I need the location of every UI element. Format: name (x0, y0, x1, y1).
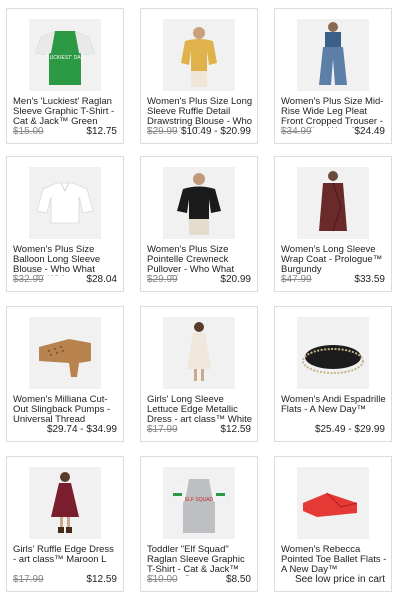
product-title[interactable]: Women's Plus Size Mid-Rise Wide Leg Plea… (281, 97, 387, 128)
product-title[interactable]: Women's Plus Size Pointelle Crewneck Pul… (147, 245, 253, 276)
price-row: $29.74 - $34.99 (13, 423, 117, 435)
sale-price: $33.59 (354, 274, 385, 285)
sale-price: $10.49 - $20.99 (180, 126, 251, 137)
product-image[interactable] (29, 167, 101, 239)
shirt-graphic-text: ELF SQUAD (185, 497, 214, 503)
product-title[interactable]: Women's Rebecca Pointed Toe Ballet Flats… (281, 545, 387, 575)
yellow-blouse-icon (163, 19, 235, 91)
green-tshirt-icon: 'LUCKIEST' DAD (29, 19, 101, 91)
product-image[interactable] (163, 317, 235, 389)
price-row: $47.99 $33.59 (281, 273, 385, 285)
product-card[interactable]: Girls' Long Sleeve Lettuce Edge Metallic… (140, 306, 258, 442)
sale-price: $12.59 (86, 574, 117, 585)
original-price: $47.99 (281, 274, 312, 285)
product-card[interactable]: Women's Milliana Cut-Out Slingback Pumps… (6, 306, 124, 442)
product-title[interactable]: Girls' Long Sleeve Lettuce Edge Metallic… (147, 395, 253, 426)
tan-pump-icon (29, 317, 101, 389)
product-title[interactable]: Toddler "Elf Squad" Raglan Sleeve Graphi… (147, 545, 253, 576)
price-row: $15.00 $12.75 (13, 125, 117, 137)
product-title[interactable]: Men's 'Luckiest' Raglan Sleeve Graphic T… (13, 97, 119, 127)
product-card[interactable]: Women's Plus Size Balloon Long Sleeve Bl… (6, 156, 124, 292)
white-blouse-icon (29, 167, 101, 239)
price-row: $17.99 $12.59 (147, 423, 251, 435)
price-row: $34.99 $24.49 (281, 125, 385, 137)
black-pullover-icon (163, 167, 235, 239)
sale-price: $24.49 (354, 126, 385, 137)
product-image[interactable] (163, 19, 235, 91)
product-card[interactable]: Women's Plus Size Mid-Rise Wide Leg Plea… (274, 8, 392, 144)
original-price: $29.99 (147, 274, 178, 285)
gray-elf-tee-icon: ELF SQUAD (163, 467, 235, 539)
price-row: See low price in cart (281, 573, 385, 585)
product-title[interactable]: Women's Andi Espadrille Flats - A New Da… (281, 395, 387, 415)
product-card[interactable]: 'LUCKIEST' DAD Men's 'Luckiest' Raglan S… (6, 8, 124, 144)
price-row: $17.99 $12.59 (13, 573, 117, 585)
product-image[interactable] (29, 467, 101, 539)
price-row: $25.49 - $29.99 (281, 423, 385, 435)
product-card[interactable]: Women's Plus Size Long Sleeve Ruffle Det… (140, 8, 258, 144)
original-price: $15.00 (13, 126, 44, 137)
original-price: $17.99 (147, 424, 178, 435)
product-title[interactable]: Women's Long Sleeve Wrap Coat - Prologue… (281, 245, 387, 275)
product-card[interactable]: Girls' Ruffle Edge Dress - art class™ Ma… (6, 456, 124, 592)
sale-price: $29.74 - $34.99 (46, 424, 117, 435)
shirt-graphic-text: 'LUCKIEST' DAD (46, 55, 85, 61)
sale-price: $25.49 - $29.99 (314, 424, 385, 435)
price-row: $29.99 $10.49 - $20.99 (147, 125, 251, 137)
burgundy-coat-icon (297, 167, 369, 239)
sale-price: $20.99 (220, 274, 251, 285)
product-title[interactable]: Women's Milliana Cut-Out Slingback Pumps… (13, 395, 119, 425)
girls-dress-icon (163, 317, 235, 389)
product-image[interactable]: 'LUCKIEST' DAD (29, 19, 101, 91)
product-image[interactable] (297, 167, 369, 239)
original-price: $17.99 (13, 574, 44, 585)
original-price: $29.99 (147, 126, 178, 137)
original-price: $10.00 (147, 574, 178, 585)
product-image[interactable] (297, 467, 369, 539)
product-card[interactable]: Women's Rebecca Pointed Toe Ballet Flats… (274, 456, 392, 592)
sale-price: $12.59 (220, 424, 251, 435)
red-flat-icon (297, 467, 369, 539)
product-card[interactable]: Women's Andi Espadrille Flats - A New Da… (274, 306, 392, 442)
price-row: $32.99 $28.04 (13, 273, 117, 285)
product-title[interactable]: Women's Plus Size Balloon Long Sleeve Bl… (13, 245, 119, 276)
sale-price: See low price in cart (294, 574, 385, 585)
product-image[interactable] (29, 317, 101, 389)
product-image[interactable]: ELF SQUAD (163, 467, 235, 539)
sale-price: $8.50 (225, 574, 251, 585)
original-price: $34.99 (281, 126, 312, 137)
product-card[interactable]: Women's Long Sleeve Wrap Coat - Prologue… (274, 156, 392, 292)
sale-price: $12.75 (86, 126, 117, 137)
product-grid: 'LUCKIEST' DAD Men's 'Luckiest' Raglan S… (0, 0, 400, 600)
price-row: $10.00 $8.50 (147, 573, 251, 585)
blue-trouser-icon (297, 19, 369, 91)
product-card[interactable]: ELF SQUAD Toddler "Elf Squad" Raglan Sle… (140, 456, 258, 592)
black-espadrille-icon (297, 317, 369, 389)
product-title[interactable]: Women's Plus Size Long Sleeve Ruffle Det… (147, 97, 253, 128)
maroon-dress-icon (29, 467, 101, 539)
product-image[interactable] (163, 167, 235, 239)
product-image[interactable] (297, 317, 369, 389)
sale-price: $28.04 (86, 274, 117, 285)
price-row: $29.99 $20.99 (147, 273, 251, 285)
original-price: $32.99 (13, 274, 44, 285)
product-title[interactable]: Girls' Ruffle Edge Dress - art class™ Ma… (13, 545, 119, 565)
product-image[interactable] (297, 19, 369, 91)
product-card[interactable]: Women's Plus Size Pointelle Crewneck Pul… (140, 156, 258, 292)
